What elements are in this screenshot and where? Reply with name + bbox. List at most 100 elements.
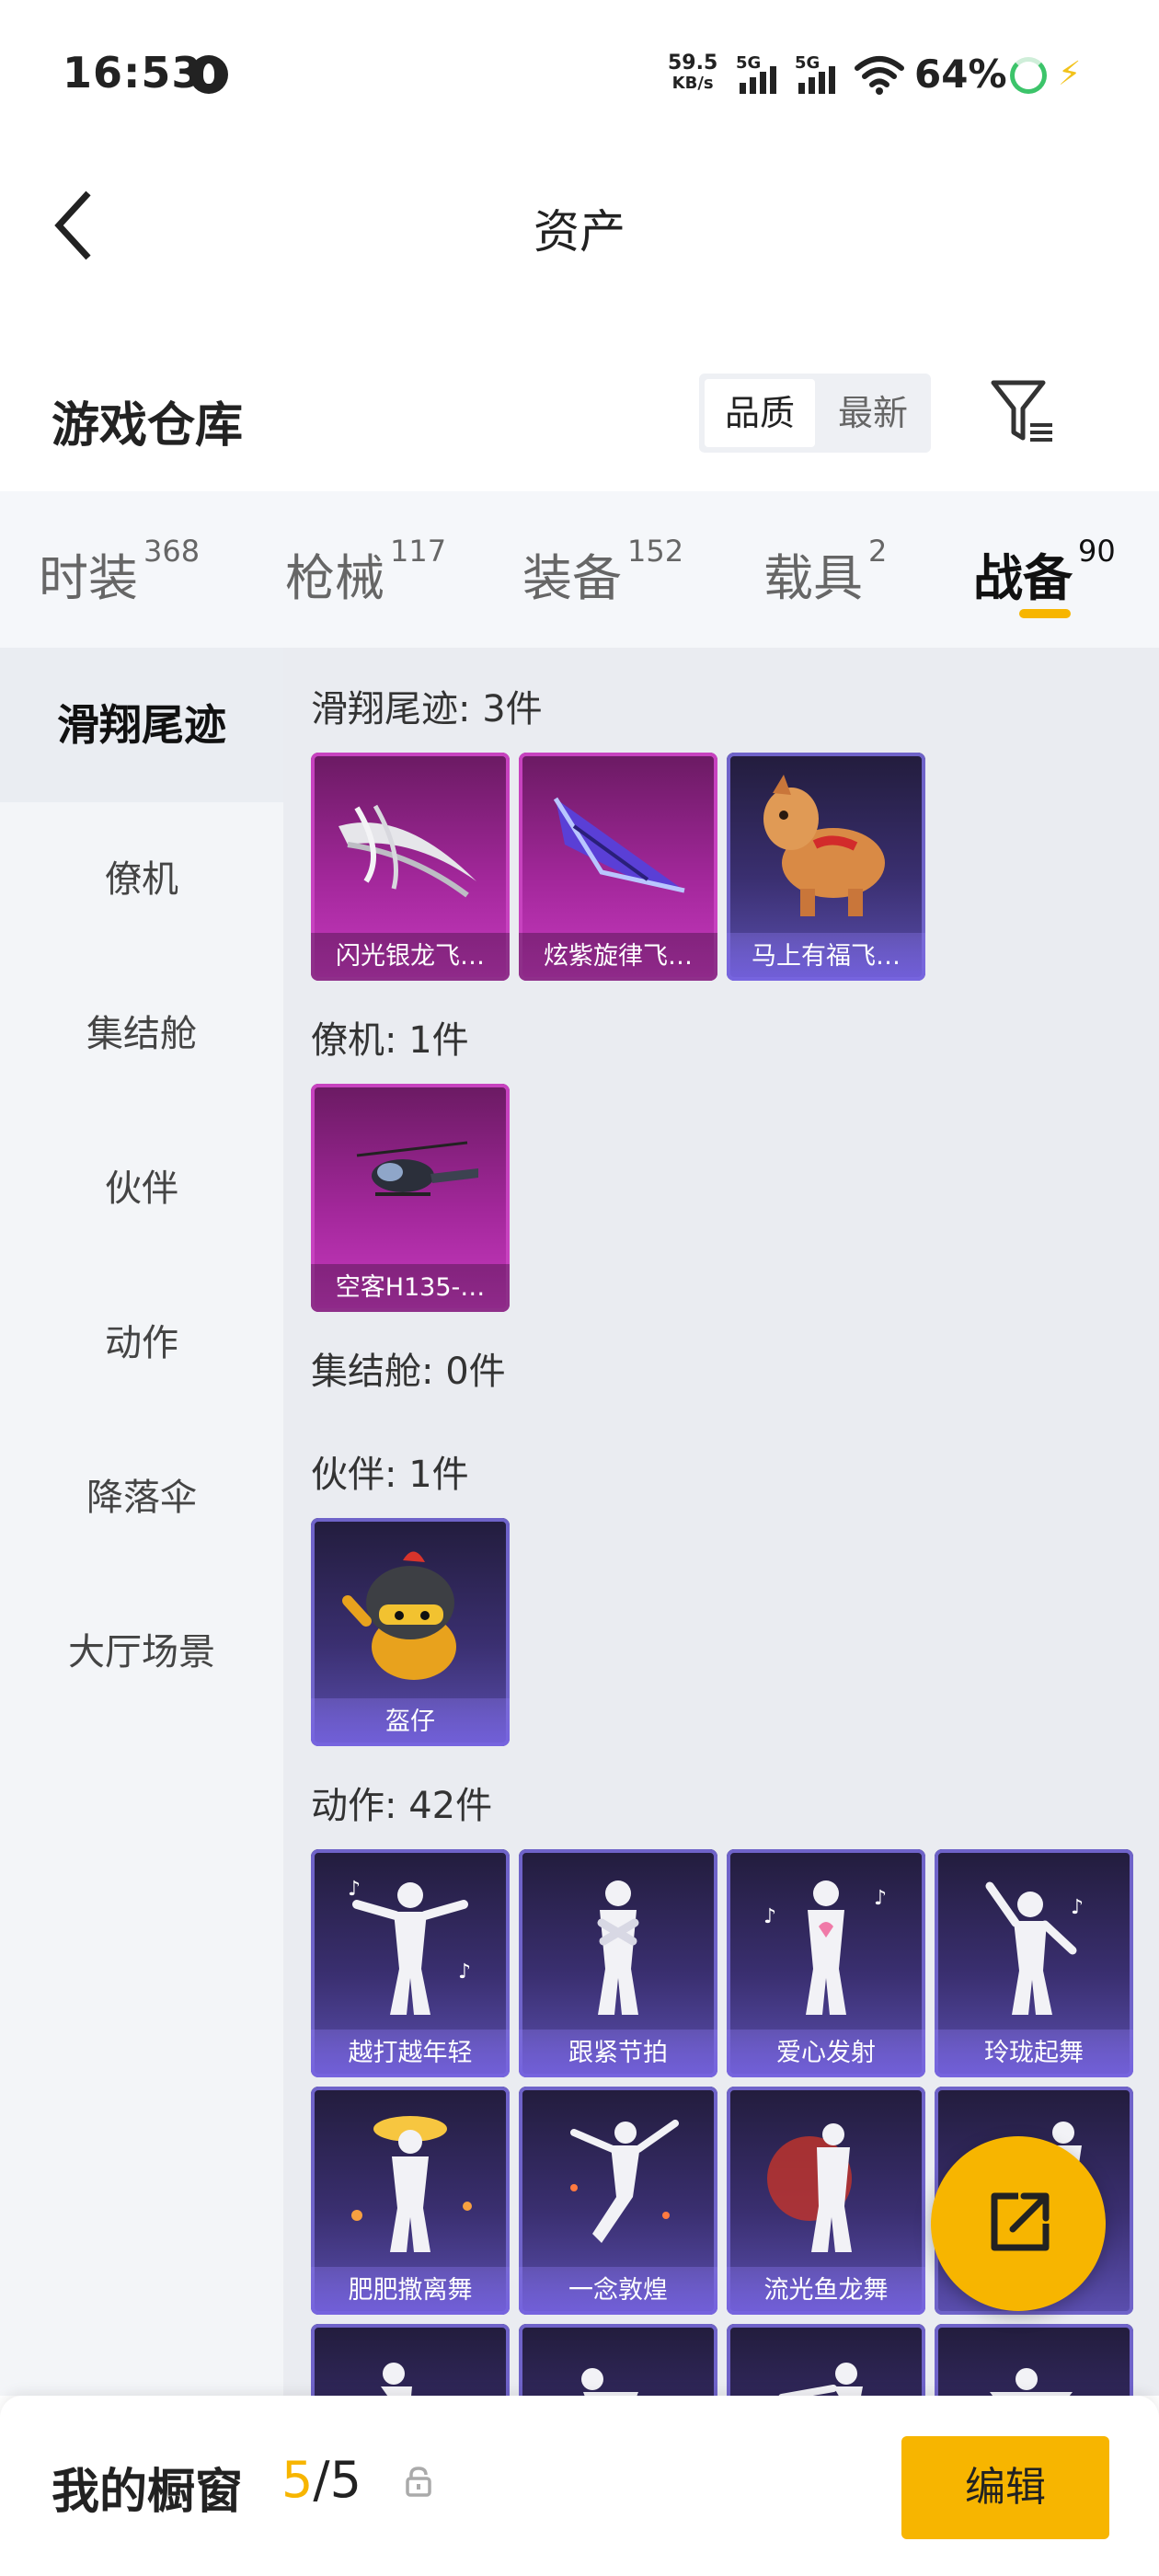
item-grid-area: 滑翔尾迹: 3件 闪光银龙飞… 炫紫旋律飞… 马上有福飞… 僚机: 1件 空客H… [283, 648, 1159, 2552]
item-name: 闪光银龙飞… [311, 933, 510, 981]
showcase-label: 我的橱窗 [52, 2465, 244, 2520]
item-card[interactable]: 流光鱼龙舞 [727, 2087, 925, 2315]
signal-sim1-icon: 5G [736, 53, 786, 94]
item-card[interactable]: 闪光银龙飞… [311, 753, 510, 981]
svg-text:♪: ♪ [1071, 1896, 1084, 1919]
dancer-figure-icon: ♪ [985, 1881, 1084, 2015]
sidebar-item-lobby-scene[interactable]: 大厅场景 [0, 1575, 283, 1730]
sidebar: 滑翔尾迹 僚机 集结舱 伙伴 动作 降落伞 大厅场景 [0, 648, 283, 2396]
share-icon [991, 2192, 1050, 2251]
sort-latest-option[interactable]: 最新 [820, 379, 925, 447]
edit-button[interactable]: 编辑 [901, 2436, 1109, 2539]
item-card[interactable]: 空客H135-… [311, 1084, 510, 1312]
tab-label: 载具 [763, 549, 863, 607]
sim1-label: 5G [736, 53, 762, 73]
item-name: 越打越年轻 [311, 2030, 510, 2077]
filter-button[interactable] [990, 377, 1056, 447]
item-card[interactable]: 一念敦煌 [519, 2087, 717, 2315]
tab-vehicles[interactable]: 载具 2 [763, 534, 888, 610]
section-label-emote: 动作: 42件 [311, 1785, 493, 1827]
item-name: 流光鱼龙舞 [727, 2267, 925, 2315]
item-name: 一念敦煌 [519, 2267, 717, 2315]
sidebar-item-emote[interactable]: 动作 [0, 1266, 283, 1420]
heart-dancer-icon: ♪ ♪ [763, 1880, 887, 2015]
section-label-rally-pod: 集结舱: 0件 [311, 1351, 506, 1393]
lucky-horse-icon [763, 775, 885, 916]
network-speed-unit: KB/s [671, 74, 714, 93]
item-name: 爱心发射 [727, 2030, 925, 2077]
battery-ring-icon [1010, 57, 1047, 94]
item-card[interactable]: 肥肥撒离舞 [311, 2087, 510, 2315]
showcase-current: 5 [281, 2451, 314, 2509]
page-title: 资产 [534, 205, 625, 259]
wifi-icon [855, 56, 904, 95]
svg-text:♪: ♪ [763, 1905, 776, 1928]
sidebar-item-companion[interactable]: 伙伴 [0, 1111, 283, 1266]
item-name: 盔仔 [311, 1698, 510, 1746]
item-name: 马上有福飞… [727, 933, 925, 981]
signal-sim2-icon: 5G [795, 53, 844, 94]
status-time: 16:53 [63, 48, 202, 98]
section-label-wingman: 僚机: 1件 [311, 1019, 469, 1062]
svg-text:♪: ♪ [874, 1887, 887, 1910]
item-card[interactable]: ♪ ♪ 爱心发射 [727, 1849, 925, 2077]
tab-label: 枪械 [285, 549, 384, 607]
showcase-total: 5 [329, 2451, 361, 2509]
tab-count: 117 [390, 534, 447, 569]
svg-text:♪: ♪ [458, 1961, 471, 1984]
purple-glider-wing-icon [553, 797, 685, 893]
category-tabs: 时装 368 枪械 117 装备 152 载具 2 战备 90 [0, 491, 1159, 648]
svg-text:♪: ♪ [348, 1878, 361, 1901]
item-card[interactable]: 盔仔 [311, 1518, 510, 1746]
item-card[interactable]: 跟紧节拍 [519, 1849, 717, 2077]
sim2-label: 5G [795, 53, 820, 73]
item-card[interactable]: 炫紫旋律飞… [519, 753, 717, 981]
item-card[interactable]: ♪ 玲珑起舞 [935, 1849, 1133, 2077]
section-label-companion: 伙伴: 1件 [311, 1454, 469, 1496]
silver-dragon-wing-icon [339, 804, 476, 898]
battery-percent: 64% [914, 52, 1007, 97]
tab-guns[interactable]: 枪械 117 [285, 534, 447, 610]
network-speed: 59.5 KB/s [668, 53, 717, 94]
sidebar-item-rally-pod[interactable]: 集结舱 [0, 957, 283, 1111]
helmet-chick-icon [342, 1551, 456, 1680]
sidebar-item-wingman[interactable]: 僚机 [0, 802, 283, 957]
golden-hat-dancer-icon [351, 2116, 472, 2252]
dancer-figure-icon: ♪ ♪ [348, 1878, 471, 2015]
status-bar: 16:53 59.5 KB/s 5G 5G 64% ⚡ [0, 0, 1159, 147]
fish-dragon-dancer-icon [767, 2123, 852, 2252]
item-card[interactable]: ♪ ♪ 越打越年轻 [311, 1849, 510, 2077]
tab-label: 装备 [522, 549, 622, 607]
sort-toggle: 品质 最新 [699, 374, 931, 453]
tab-readiness[interactable]: 战备 90 [973, 534, 1116, 610]
item-name: 炫紫旋律飞… [519, 933, 717, 981]
network-speed-value: 59.5 [668, 52, 718, 75]
tab-count: 152 [627, 534, 684, 569]
item-name: 玲珑起舞 [935, 2030, 1133, 2077]
charging-bolt-icon: ⚡ [1058, 55, 1082, 93]
tab-count: 2 [868, 534, 888, 569]
item-card[interactable]: 马上有福飞… [727, 753, 925, 981]
share-button[interactable] [931, 2136, 1106, 2311]
tab-fashion[interactable]: 时装 368 [39, 534, 201, 610]
showcase-separator: / [313, 2451, 330, 2509]
tab-label: 战备 [973, 549, 1073, 607]
helicopter-icon [356, 1141, 478, 1196]
dancer-figure-icon [597, 1880, 639, 2015]
warehouse-title: 游戏仓库 [52, 398, 244, 454]
showcase-count: 5/5 [281, 2451, 361, 2509]
lock-icon [406, 2467, 431, 2497]
tab-count: 368 [143, 534, 201, 569]
sort-quality-option[interactable]: 品质 [705, 379, 815, 447]
tab-label: 时装 [39, 549, 138, 607]
showcase-bar: 我的橱窗 5/5 编辑 [0, 2396, 1159, 2576]
active-tab-indicator [1019, 609, 1071, 618]
tab-equipment[interactable]: 装备 152 [522, 534, 684, 610]
section-label-glide-trail: 滑翔尾迹: 3件 [311, 688, 543, 730]
sidebar-item-parachute[interactable]: 降落伞 [0, 1420, 283, 1575]
sidebar-item-glide-trail[interactable]: 滑翔尾迹 [0, 648, 283, 802]
item-name: 跟紧节拍 [519, 2030, 717, 2077]
item-name: 肥肥撒离舞 [311, 2267, 510, 2315]
app-notification-icon [189, 55, 228, 94]
tab-count: 90 [1078, 534, 1116, 569]
